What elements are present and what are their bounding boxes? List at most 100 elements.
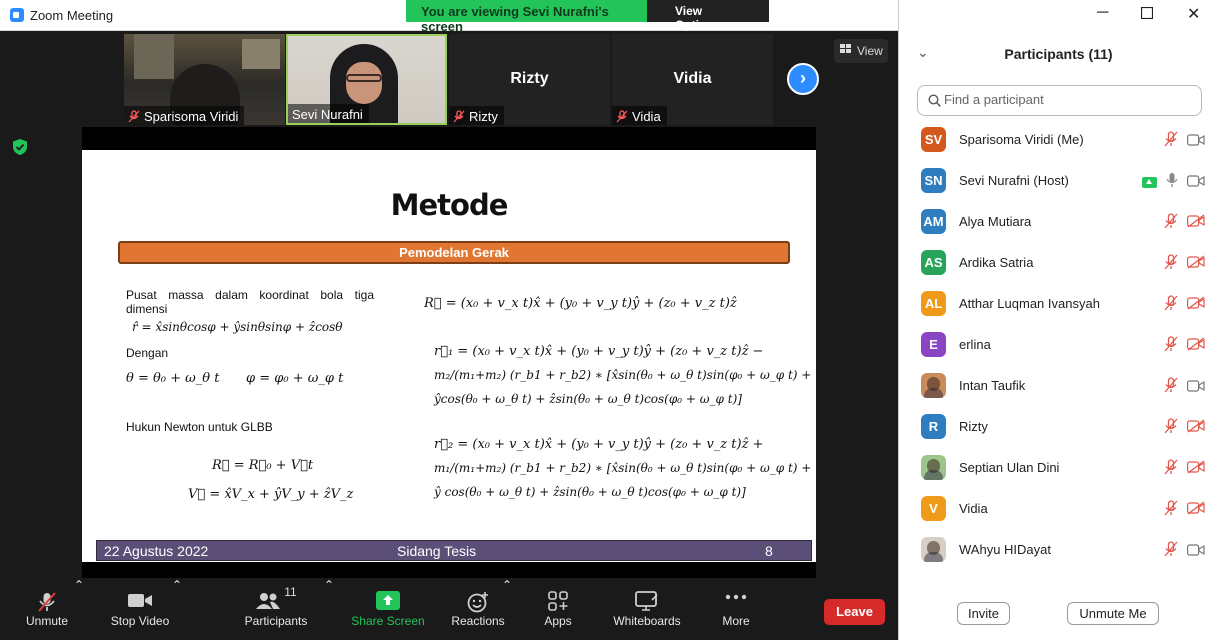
participant-row[interactable]: AM Alya Mutiara bbox=[899, 201, 1218, 242]
newton-text: Hukun Newton untuk GLBB bbox=[126, 420, 273, 434]
V-equation: V⃗ = x̂V_x + ŷV_y + ẑV_z bbox=[188, 487, 354, 502]
video-options-chevron-icon[interactable]: ⌃ bbox=[172, 578, 182, 592]
participant-row[interactable]: R Rizty bbox=[899, 406, 1218, 447]
participant-row[interactable]: WAhyu HIDayat bbox=[899, 529, 1218, 570]
more-button[interactable]: More bbox=[712, 578, 760, 640]
maximize-icon[interactable] bbox=[1140, 6, 1154, 24]
participant-search[interactable] bbox=[917, 85, 1202, 116]
r2-equation-line1: r⃗₂ = (x₀ + v_x t)x̂ + (y₀ + v_y t)ŷ + (… bbox=[434, 437, 764, 452]
title-bar: Zoom Meeting You are viewing Sevi Nurafn… bbox=[0, 0, 898, 34]
R-equation: R⃗ = R⃗₀ + V⃗t bbox=[212, 458, 314, 473]
view-options-button[interactable]: View Options ⌄ bbox=[647, 0, 769, 32]
more-dots-icon bbox=[725, 591, 747, 612]
participant-name: Alya Mutiara bbox=[959, 214, 1032, 229]
share-screen-button[interactable]: Share Screen bbox=[350, 578, 426, 640]
participant-status-icons bbox=[1163, 336, 1205, 357]
r1-equation-line1: r⃗₁ = (x₀ + v_x t)x̂ + (y₀ + v_y t)ŷ + (… bbox=[434, 344, 764, 359]
video-camera-icon bbox=[1187, 543, 1205, 561]
video-thumbnail[interactable]: Sparisoma Viridi bbox=[124, 34, 285, 125]
participant-status-icons bbox=[1163, 418, 1205, 439]
participant-row[interactable]: Eerlina bbox=[899, 324, 1218, 365]
participant-row[interactable]: Septian Ulan Dini bbox=[899, 447, 1218, 488]
leave-button[interactable]: Leave bbox=[824, 599, 885, 625]
audio-options-chevron-icon[interactable]: ⌃ bbox=[74, 578, 84, 592]
security-shield-icon[interactable] bbox=[12, 138, 28, 156]
avatar: AS bbox=[921, 250, 946, 275]
participant-row[interactable]: V Vidia bbox=[899, 488, 1218, 529]
participant-row[interactable]: AL Atthar Luqman Ivansyah bbox=[899, 283, 1218, 324]
participant-name: Intan Taufik bbox=[959, 378, 1026, 393]
mic-muted-icon bbox=[1163, 336, 1179, 357]
avatar: SN bbox=[921, 168, 946, 193]
r1-equation-line3: ŷcos(θ₀ + ω_θ t) + ẑsin(θ₀ + ω_θ t)cos(φ… bbox=[434, 392, 742, 406]
intro-text: Pusat massa dalam koordinat bola tiga di… bbox=[126, 288, 374, 316]
unmute-button[interactable]: Unmute bbox=[18, 578, 76, 640]
r2-equation-line3: ŷ cos(θ₀ + ω_θ t) + ẑsin(θ₀ + ω_θ t)cos(… bbox=[434, 485, 746, 499]
participant-row[interactable]: SN Sevi Nurafni (Host) bbox=[899, 160, 1218, 201]
search-input[interactable] bbox=[944, 92, 1184, 107]
thumbnail-name-label: Vidia bbox=[612, 106, 667, 125]
dengan-label: Dengan bbox=[126, 346, 169, 360]
mic-muted-icon bbox=[1163, 254, 1179, 275]
viewing-screen-message: You are viewing Sevi Nurafni's screen bbox=[406, 0, 647, 34]
minimize-icon[interactable]: ─ bbox=[1097, 4, 1108, 22]
video-thumbnail[interactable]: Vidia Vidia bbox=[612, 34, 773, 125]
grid-view-icon bbox=[840, 44, 852, 58]
thumbnail-name: Vidia bbox=[632, 109, 661, 124]
r2-equation-line2: m₁/(m₁+m₂) (r_b1 + r_b2) ∗ [x̂sin(θ₀ + ω… bbox=[434, 461, 812, 475]
avatar bbox=[921, 373, 946, 398]
video-camera-icon bbox=[1187, 174, 1205, 192]
slide-title: Metode bbox=[390, 188, 509, 222]
share-screen-icon bbox=[376, 591, 400, 612]
meeting-area: Sparisoma Viridi Sevi Nurafni Rizty Rizt… bbox=[0, 31, 898, 640]
thumbnail-name: Sparisoma Viridi bbox=[144, 109, 239, 124]
participants-panel: ─ ✕ ⌄ Participants (11) SVSparisoma Viri… bbox=[898, 0, 1218, 640]
reactions-button[interactable]: Reactions bbox=[448, 578, 508, 640]
apps-label: Apps bbox=[544, 614, 572, 628]
video-camera-icon bbox=[1187, 379, 1205, 397]
theta-equation: θ = θ₀ + ω_θ t bbox=[126, 371, 220, 386]
share-screen-label: Share Screen bbox=[351, 614, 425, 628]
close-icon[interactable]: ✕ bbox=[1187, 4, 1200, 24]
participant-row[interactable]: AS Ardika Satria bbox=[899, 242, 1218, 283]
reactions-options-chevron-icon[interactable]: ⌃ bbox=[502, 578, 512, 592]
avatar: SV bbox=[921, 127, 946, 152]
video-off-icon bbox=[1187, 501, 1205, 520]
participant-row[interactable]: Intan Taufik bbox=[899, 365, 1218, 406]
view-button[interactable]: View bbox=[834, 39, 888, 63]
participants-button[interactable]: 11 Participants bbox=[240, 578, 312, 640]
thumbnail-name: Rizty bbox=[469, 109, 498, 124]
video-off-icon bbox=[1187, 296, 1205, 315]
mic-icon bbox=[1165, 172, 1179, 193]
participant-status-icons bbox=[1163, 541, 1205, 562]
participant-row[interactable]: SV Sparisoma Viridi (Me) bbox=[899, 119, 1218, 160]
R-full-equation: R⃗ = (x₀ + v_x t)x̂ + (y₀ + v_y t)ŷ + (z… bbox=[424, 296, 737, 311]
avatar: R bbox=[921, 414, 946, 439]
next-page-button[interactable]: › bbox=[787, 63, 819, 95]
participant-status-icons bbox=[1163, 213, 1205, 234]
participant-status-icons bbox=[1163, 377, 1205, 398]
whiteboards-label: Whiteboards bbox=[613, 614, 681, 628]
mic-muted-icon bbox=[1163, 213, 1179, 234]
chevron-down-icon: ⌄ bbox=[724, 21, 732, 31]
participants-options-chevron-icon[interactable]: ⌃ bbox=[324, 578, 334, 592]
view-label: View bbox=[857, 44, 883, 58]
video-off-icon bbox=[1187, 255, 1205, 274]
screen-sharing-icon bbox=[1142, 177, 1157, 188]
reactions-label: Reactions bbox=[451, 614, 505, 628]
footer-date: 22 Agustus 2022 bbox=[104, 543, 209, 559]
video-thumbnail[interactable]: Sevi Nurafni bbox=[286, 34, 447, 125]
unmute-me-button[interactable]: Unmute Me bbox=[1067, 602, 1159, 625]
video-off-icon bbox=[1187, 337, 1205, 356]
stop-video-button[interactable]: Stop Video bbox=[106, 578, 174, 640]
avatar bbox=[921, 455, 946, 480]
participant-count: 11 bbox=[284, 585, 297, 599]
whiteboards-button[interactable]: Whiteboards bbox=[606, 578, 688, 640]
mic-muted-icon bbox=[616, 110, 628, 123]
window-title: Zoom Meeting bbox=[30, 8, 114, 23]
invite-button[interactable]: Invite bbox=[957, 602, 1010, 625]
unmute-label: Unmute bbox=[25, 614, 69, 628]
apps-button[interactable]: Apps bbox=[534, 578, 582, 640]
presentation-slide: Metode Pemodelan Gerak Pusat massa dalam… bbox=[82, 150, 816, 562]
video-thumbnail[interactable]: Rizty Rizty bbox=[449, 34, 610, 125]
